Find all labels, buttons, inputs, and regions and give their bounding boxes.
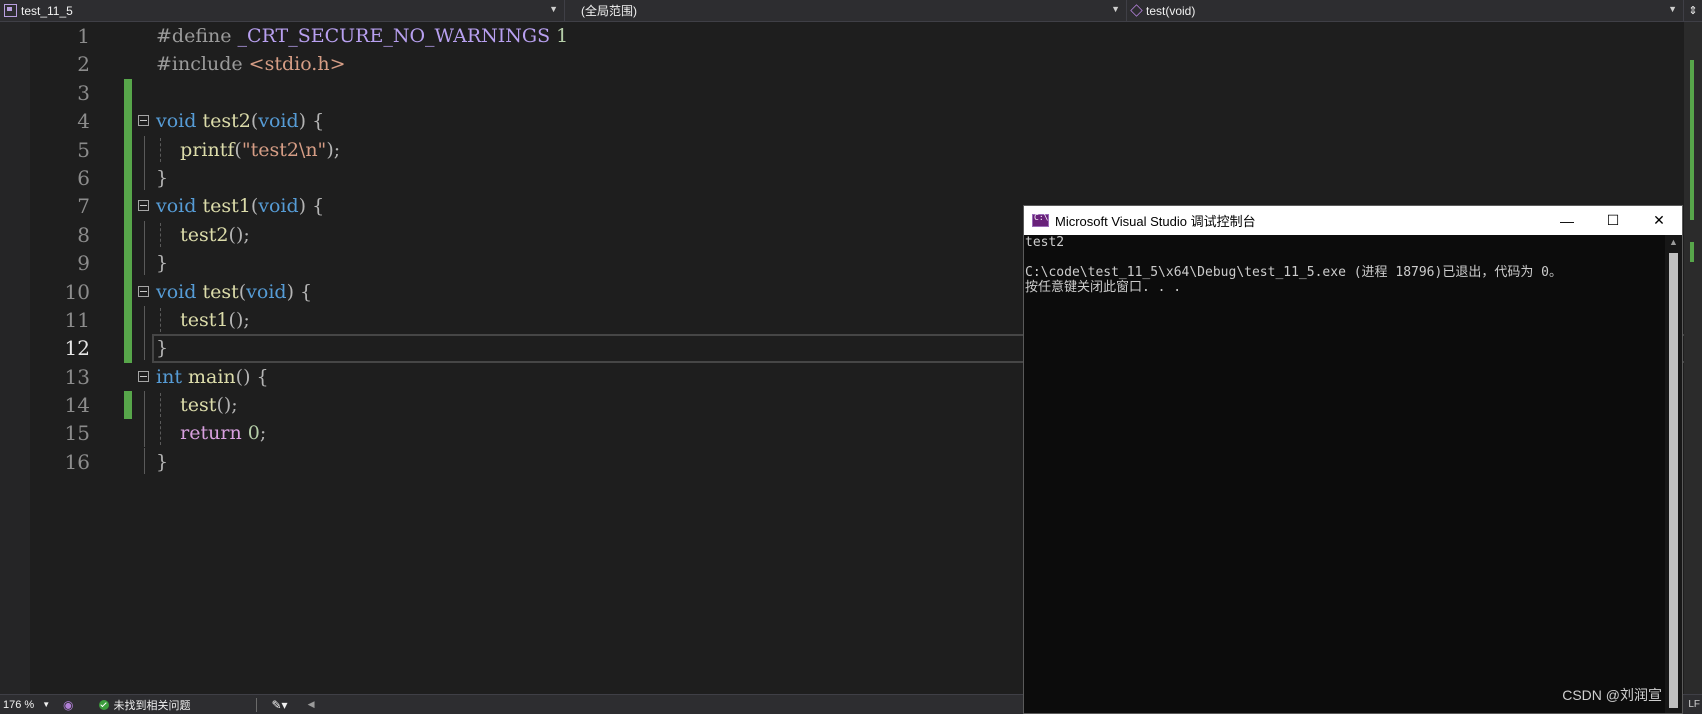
line-ending[interactable]: LF: [1688, 699, 1700, 710]
code-line: #include <stdio.h>: [156, 53, 346, 76]
code-line: void test2(void) {: [138, 107, 1702, 135]
collapse-icon[interactable]: [138, 370, 149, 382]
line-number: 14: [64, 393, 90, 418]
console-line: C:\code\test_11_5\x64\Debug\test_11_5.ex…: [1025, 265, 1562, 280]
debug-console-window[interactable]: Microsoft Visual Studio 调试控制台 — ☐ ✕ test…: [1023, 205, 1683, 714]
line-number: 15: [64, 421, 90, 446]
watermark: CSDN @刘润宣: [1562, 687, 1662, 703]
method-icon: [1130, 4, 1143, 17]
active-line-number: 12: [64, 336, 90, 361]
function-label: test(void): [1146, 3, 1196, 18]
close-button[interactable]: ✕: [1636, 206, 1682, 235]
line-number-gutter: 1 2 3 4 5 6 7 8 9 10 11 12 13 14 15 16: [30, 22, 90, 476]
line-number: 16: [64, 449, 90, 474]
collapse-icon[interactable]: [138, 285, 149, 297]
brush-icon[interactable]: ✎▾: [271, 698, 287, 712]
collapse-icon[interactable]: [138, 115, 149, 127]
line-number: 9: [77, 251, 90, 276]
line-number: 4: [77, 109, 90, 134]
line-number: 5: [77, 137, 90, 162]
glyph-margin: [0, 22, 30, 695]
line-number: 6: [77, 165, 90, 190]
line-number: 8: [77, 222, 90, 247]
intellicode-icon[interactable]: ◉: [63, 698, 73, 712]
console-title: Microsoft Visual Studio 调试控制台: [1055, 214, 1256, 229]
scroll-up-icon[interactable]: ▲: [1669, 237, 1678, 247]
line-number: 13: [64, 364, 90, 389]
chevron-down-icon: ▼: [42, 700, 51, 709]
line-number: 11: [64, 307, 90, 332]
project-dropdown[interactable]: test_11_5 ▼: [0, 0, 565, 21]
change-map-marker: [1690, 242, 1694, 262]
minimize-button[interactable]: —: [1544, 206, 1590, 235]
code-line: }: [144, 163, 1702, 192]
function-dropdown[interactable]: test(void) ▼: [1127, 0, 1684, 21]
code-line: #define _CRT_SECURE_NO_WARNINGS 1: [156, 25, 569, 47]
code-line: printf("test2\n");: [144, 135, 1702, 164]
chevron-down-icon: ▼: [549, 4, 558, 14]
collapse-icon[interactable]: [138, 200, 149, 212]
chevron-down-icon: ▼: [1668, 4, 1677, 14]
scroll-left-icon[interactable]: ◀: [308, 699, 315, 710]
console-title-bar[interactable]: Microsoft Visual Studio 调试控制台 — ☐ ✕: [1024, 206, 1682, 235]
check-circle-icon: [99, 699, 110, 710]
zoom-dropdown[interactable]: 176 % ▼: [0, 699, 59, 711]
navigation-bar: test_11_5 ▼ (全局范围) ▼ test(void) ▼ ⇕: [0, 0, 1702, 22]
divider: [256, 697, 258, 712]
split-icon[interactable]: ⇕: [1684, 0, 1702, 21]
project-name: test_11_5: [21, 3, 73, 18]
line-number: 1: [77, 24, 90, 48]
console-scroll-thumb[interactable]: [1669, 253, 1678, 708]
line-number: 7: [77, 194, 90, 219]
project-icon: [4, 4, 17, 17]
change-indicator: [124, 391, 132, 419]
chevron-down-icon: ▼: [1111, 4, 1120, 14]
issues-text: 未找到相关问题: [113, 699, 191, 712]
maximize-button[interactable]: ☐: [1590, 206, 1636, 235]
console-line: 按任意键关闭此窗口. . .: [1025, 280, 1182, 295]
line-number: 3: [77, 80, 90, 105]
change-indicator: [124, 79, 132, 363]
line-number: 10: [64, 279, 90, 304]
console-output[interactable]: test2 C:\code\test_11_5\x64\Debug\test_11…: [1024, 235, 1664, 713]
editor-vertical-scrollbar[interactable]: [1684, 22, 1702, 695]
console-scrollbar[interactable]: ▲: [1665, 235, 1682, 713]
console-app-icon: [1032, 213, 1049, 227]
console-line: test2: [1025, 235, 1065, 250]
issues-indicator[interactable]: 未找到相关问题: [99, 697, 190, 713]
scope-dropdown[interactable]: (全局范围) ▼: [565, 0, 1127, 21]
zoom-level: 176 %: [3, 698, 35, 711]
line-number: 2: [77, 52, 90, 77]
scope-label: (全局范围): [581, 4, 637, 18]
change-map-marker: [1690, 60, 1694, 220]
